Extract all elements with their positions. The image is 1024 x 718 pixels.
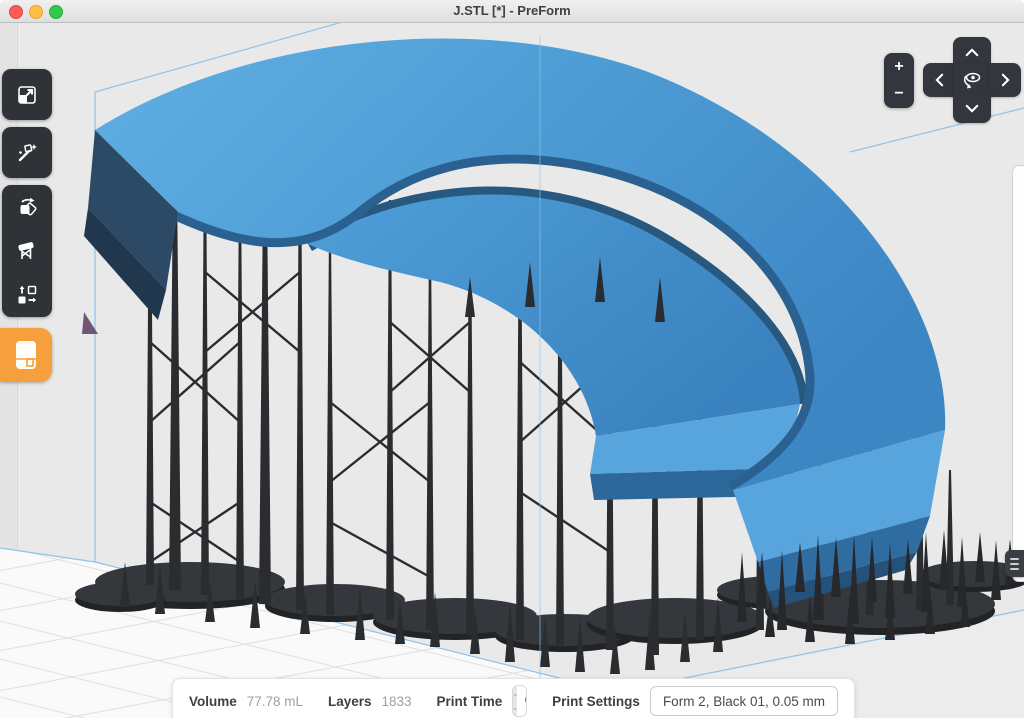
refresh-icon (523, 692, 527, 710)
supports-tool-button[interactable] (2, 229, 52, 273)
layers-label: Layers (328, 694, 372, 709)
layer-slider-thumb[interactable] (1005, 550, 1024, 577)
orbit-dpad (923, 37, 1021, 123)
viewport-3d-scene[interactable] (0, 22, 1024, 718)
rotate-left-button[interactable] (923, 63, 955, 97)
grip-lines-icon (1010, 558, 1019, 560)
chevron-right-icon (1001, 73, 1010, 87)
print-settings-select[interactable]: Form 2, Black 01, 0.05 mm (650, 686, 838, 716)
chevron-up-icon (965, 48, 979, 57)
layer-slider-track[interactable] (1012, 165, 1024, 582)
window-title: J.STL [*] - PreForm (0, 0, 1024, 22)
rotate-down-button[interactable] (953, 93, 991, 123)
zoom-in-button[interactable]: + (884, 53, 914, 81)
zoom-out-button[interactable]: − (884, 81, 914, 109)
resin-cartridge-icon (13, 340, 39, 370)
chevron-left-icon (935, 73, 944, 87)
refresh-print-time-button[interactable] (517, 686, 527, 716)
print-time-control: -- (512, 685, 527, 717)
print-button[interactable] (0, 328, 52, 382)
viewport: + − (0, 22, 1024, 718)
status-bar: Volume 77.78 mL Layers 1833 Print Time -… (172, 678, 855, 718)
zoom-controls: + − (884, 53, 914, 108)
layout-icon (15, 283, 39, 307)
volume-value: 77.78 mL (247, 694, 303, 709)
preform-window: J.STL [*] - PreForm (0, 0, 1024, 718)
one-click-print-tool-button[interactable] (2, 127, 52, 178)
orbit-view-button[interactable] (953, 63, 991, 97)
rotate-icon (15, 195, 39, 219)
model-j-outer-band[interactable] (82, 39, 945, 608)
print-settings-label: Print Settings (552, 694, 640, 709)
scale-icon (15, 83, 39, 107)
chevron-down-icon (965, 104, 979, 113)
orient-tool-button[interactable] (2, 185, 52, 229)
rotate-right-button[interactable] (989, 63, 1021, 97)
supports-icon (15, 239, 39, 263)
orbit-eye-icon (960, 68, 984, 92)
volume-label: Volume (189, 694, 237, 709)
layers-value: 1833 (382, 694, 412, 709)
layout-tool-button[interactable] (2, 273, 52, 317)
titlebar: J.STL [*] - PreForm (0, 0, 1024, 23)
print-time-label: Print Time (437, 694, 503, 709)
magic-wand-icon (15, 141, 39, 165)
scale-tool-button[interactable] (2, 69, 52, 120)
tool-group (2, 185, 52, 317)
model-j-inner-arm[interactable] (308, 194, 800, 500)
